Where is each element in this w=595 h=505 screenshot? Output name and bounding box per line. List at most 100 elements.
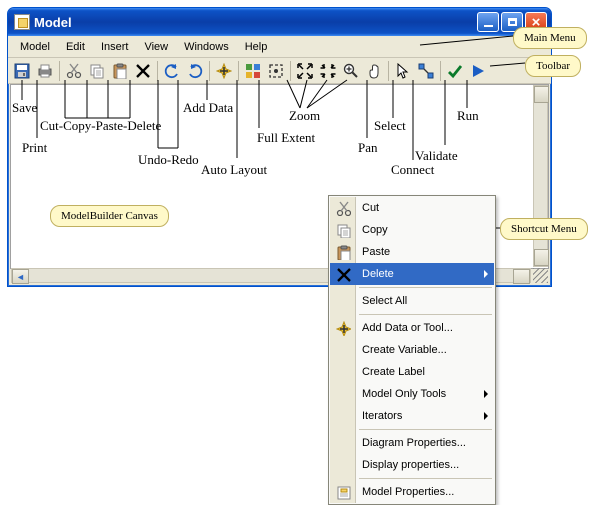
- connect-button[interactable]: [415, 60, 437, 82]
- anno-connect: Connect: [391, 162, 434, 178]
- cut-icon: [335, 200, 351, 216]
- context-menu-item[interactable]: Copy: [330, 219, 494, 241]
- zoom-in-button[interactable]: [340, 60, 362, 82]
- main-menu-tag-text: Main Menu: [524, 32, 576, 44]
- run-button[interactable]: [467, 60, 489, 82]
- context-menu-item-label: Select All: [362, 295, 407, 307]
- menu-model[interactable]: Model: [12, 38, 58, 56]
- context-menu-item-label: Diagram Properties...: [362, 437, 466, 449]
- auto-layout-icon: [245, 63, 261, 79]
- context-menu-item[interactable]: Model Properties...: [330, 481, 494, 503]
- separator: [157, 61, 158, 81]
- delete-button[interactable]: [132, 60, 154, 82]
- anno-select: Select: [374, 118, 406, 134]
- context-menu-separator: [359, 478, 492, 479]
- full-extent-icon: [268, 63, 284, 79]
- pan-button[interactable]: [363, 60, 385, 82]
- paste-button[interactable]: [109, 60, 131, 82]
- menu-insert[interactable]: Insert: [93, 38, 137, 56]
- context-menu-item-label: Create Variable...: [362, 344, 447, 356]
- context-menu-item[interactable]: Add Data or Tool...: [330, 317, 494, 339]
- separator: [388, 61, 389, 81]
- add-data-button[interactable]: [213, 60, 235, 82]
- zoom-out-fixed-icon: [320, 63, 336, 79]
- context-menu-item[interactable]: Model Only Tools: [330, 383, 494, 405]
- toolbar: [8, 58, 551, 84]
- anno-zoom: Zoom: [289, 108, 320, 124]
- context-menu-item-label: Add Data or Tool...: [362, 322, 453, 334]
- context-menu-separator: [359, 429, 492, 430]
- context-menu-item-label: Cut: [362, 202, 379, 214]
- zoom-out-fixed-button[interactable]: [317, 60, 339, 82]
- full-extent-button[interactable]: [265, 60, 287, 82]
- copy-icon: [335, 222, 351, 238]
- save-icon: [14, 63, 30, 79]
- redo-button[interactable]: [184, 60, 206, 82]
- paste-icon: [112, 63, 128, 79]
- context-menu-item[interactable]: Iterators: [330, 405, 494, 427]
- copy-icon: [89, 63, 105, 79]
- title-bar[interactable]: Model ×: [8, 8, 551, 36]
- context-menu-item[interactable]: Delete: [330, 263, 494, 285]
- submenu-arrow-icon: [484, 390, 488, 398]
- context-menu-item[interactable]: Cut: [330, 197, 494, 219]
- anno-undoredo: Undo-Redo: [138, 152, 199, 168]
- context-menu-item-label: Display properties...: [362, 459, 459, 471]
- undo-icon: [164, 63, 180, 79]
- context-menu-item-label: Iterators: [362, 410, 402, 422]
- menu-windows[interactable]: Windows: [176, 38, 237, 56]
- paste-icon: [335, 244, 351, 260]
- validate-button[interactable]: [444, 60, 466, 82]
- context-menu-item-label: Copy: [362, 224, 388, 236]
- print-button[interactable]: [34, 60, 56, 82]
- resize-grip[interactable]: [533, 268, 548, 283]
- connect-icon: [418, 63, 434, 79]
- menu-edit[interactable]: Edit: [58, 38, 93, 56]
- context-menu-item-label: Model Only Tools: [362, 388, 446, 400]
- copy-button[interactable]: [86, 60, 108, 82]
- minimize-button[interactable]: [477, 12, 499, 32]
- context-menu-item[interactable]: Display properties...: [330, 454, 494, 476]
- submenu-arrow-icon: [484, 270, 488, 278]
- anno-print: Print: [22, 140, 47, 156]
- add-data-icon: [216, 63, 232, 79]
- canvas-label-text: ModelBuilder Canvas: [61, 210, 158, 222]
- cut-button[interactable]: [63, 60, 85, 82]
- menu-view[interactable]: View: [136, 38, 176, 56]
- window-title: Model: [34, 15, 72, 30]
- shortcut-menu-tag: Shortcut Menu: [500, 218, 588, 240]
- anno-autolayout: Auto Layout: [201, 162, 267, 178]
- undo-button[interactable]: [161, 60, 183, 82]
- anno-adddata: Add Data: [183, 100, 233, 116]
- separator: [440, 61, 441, 81]
- redo-icon: [187, 63, 203, 79]
- save-button[interactable]: [11, 60, 33, 82]
- delete-icon: [335, 266, 351, 282]
- select-button[interactable]: [392, 60, 414, 82]
- context-menu-item-label: Model Properties...: [362, 486, 454, 498]
- main-menu-tag: Main Menu: [513, 27, 587, 49]
- zoom-in-fixed-icon: [297, 63, 313, 79]
- cut-icon: [66, 63, 82, 79]
- context-menu-separator: [359, 314, 492, 315]
- context-menu-item[interactable]: Create Label: [330, 361, 494, 383]
- separator: [238, 61, 239, 81]
- print-icon: [37, 63, 53, 79]
- context-menu-item[interactable]: Paste: [330, 241, 494, 263]
- context-menu-item[interactable]: Diagram Properties...: [330, 432, 494, 454]
- context-menu-item-label: Paste: [362, 246, 390, 258]
- app-icon: [14, 14, 30, 30]
- run-icon: [470, 63, 486, 79]
- auto-layout-button[interactable]: [242, 60, 264, 82]
- context-menu-item[interactable]: Select All: [330, 290, 494, 312]
- add-data-icon: [335, 320, 351, 336]
- separator: [209, 61, 210, 81]
- shortcut-menu-tag-text: Shortcut Menu: [511, 223, 577, 235]
- pan-icon: [366, 63, 382, 79]
- context-menu-item[interactable]: Create Variable...: [330, 339, 494, 361]
- zoom-in-fixed-button[interactable]: [294, 60, 316, 82]
- submenu-arrow-icon: [484, 412, 488, 420]
- validate-icon: [447, 63, 463, 79]
- model-properties-icon: [335, 484, 351, 500]
- menu-help[interactable]: Help: [237, 38, 276, 56]
